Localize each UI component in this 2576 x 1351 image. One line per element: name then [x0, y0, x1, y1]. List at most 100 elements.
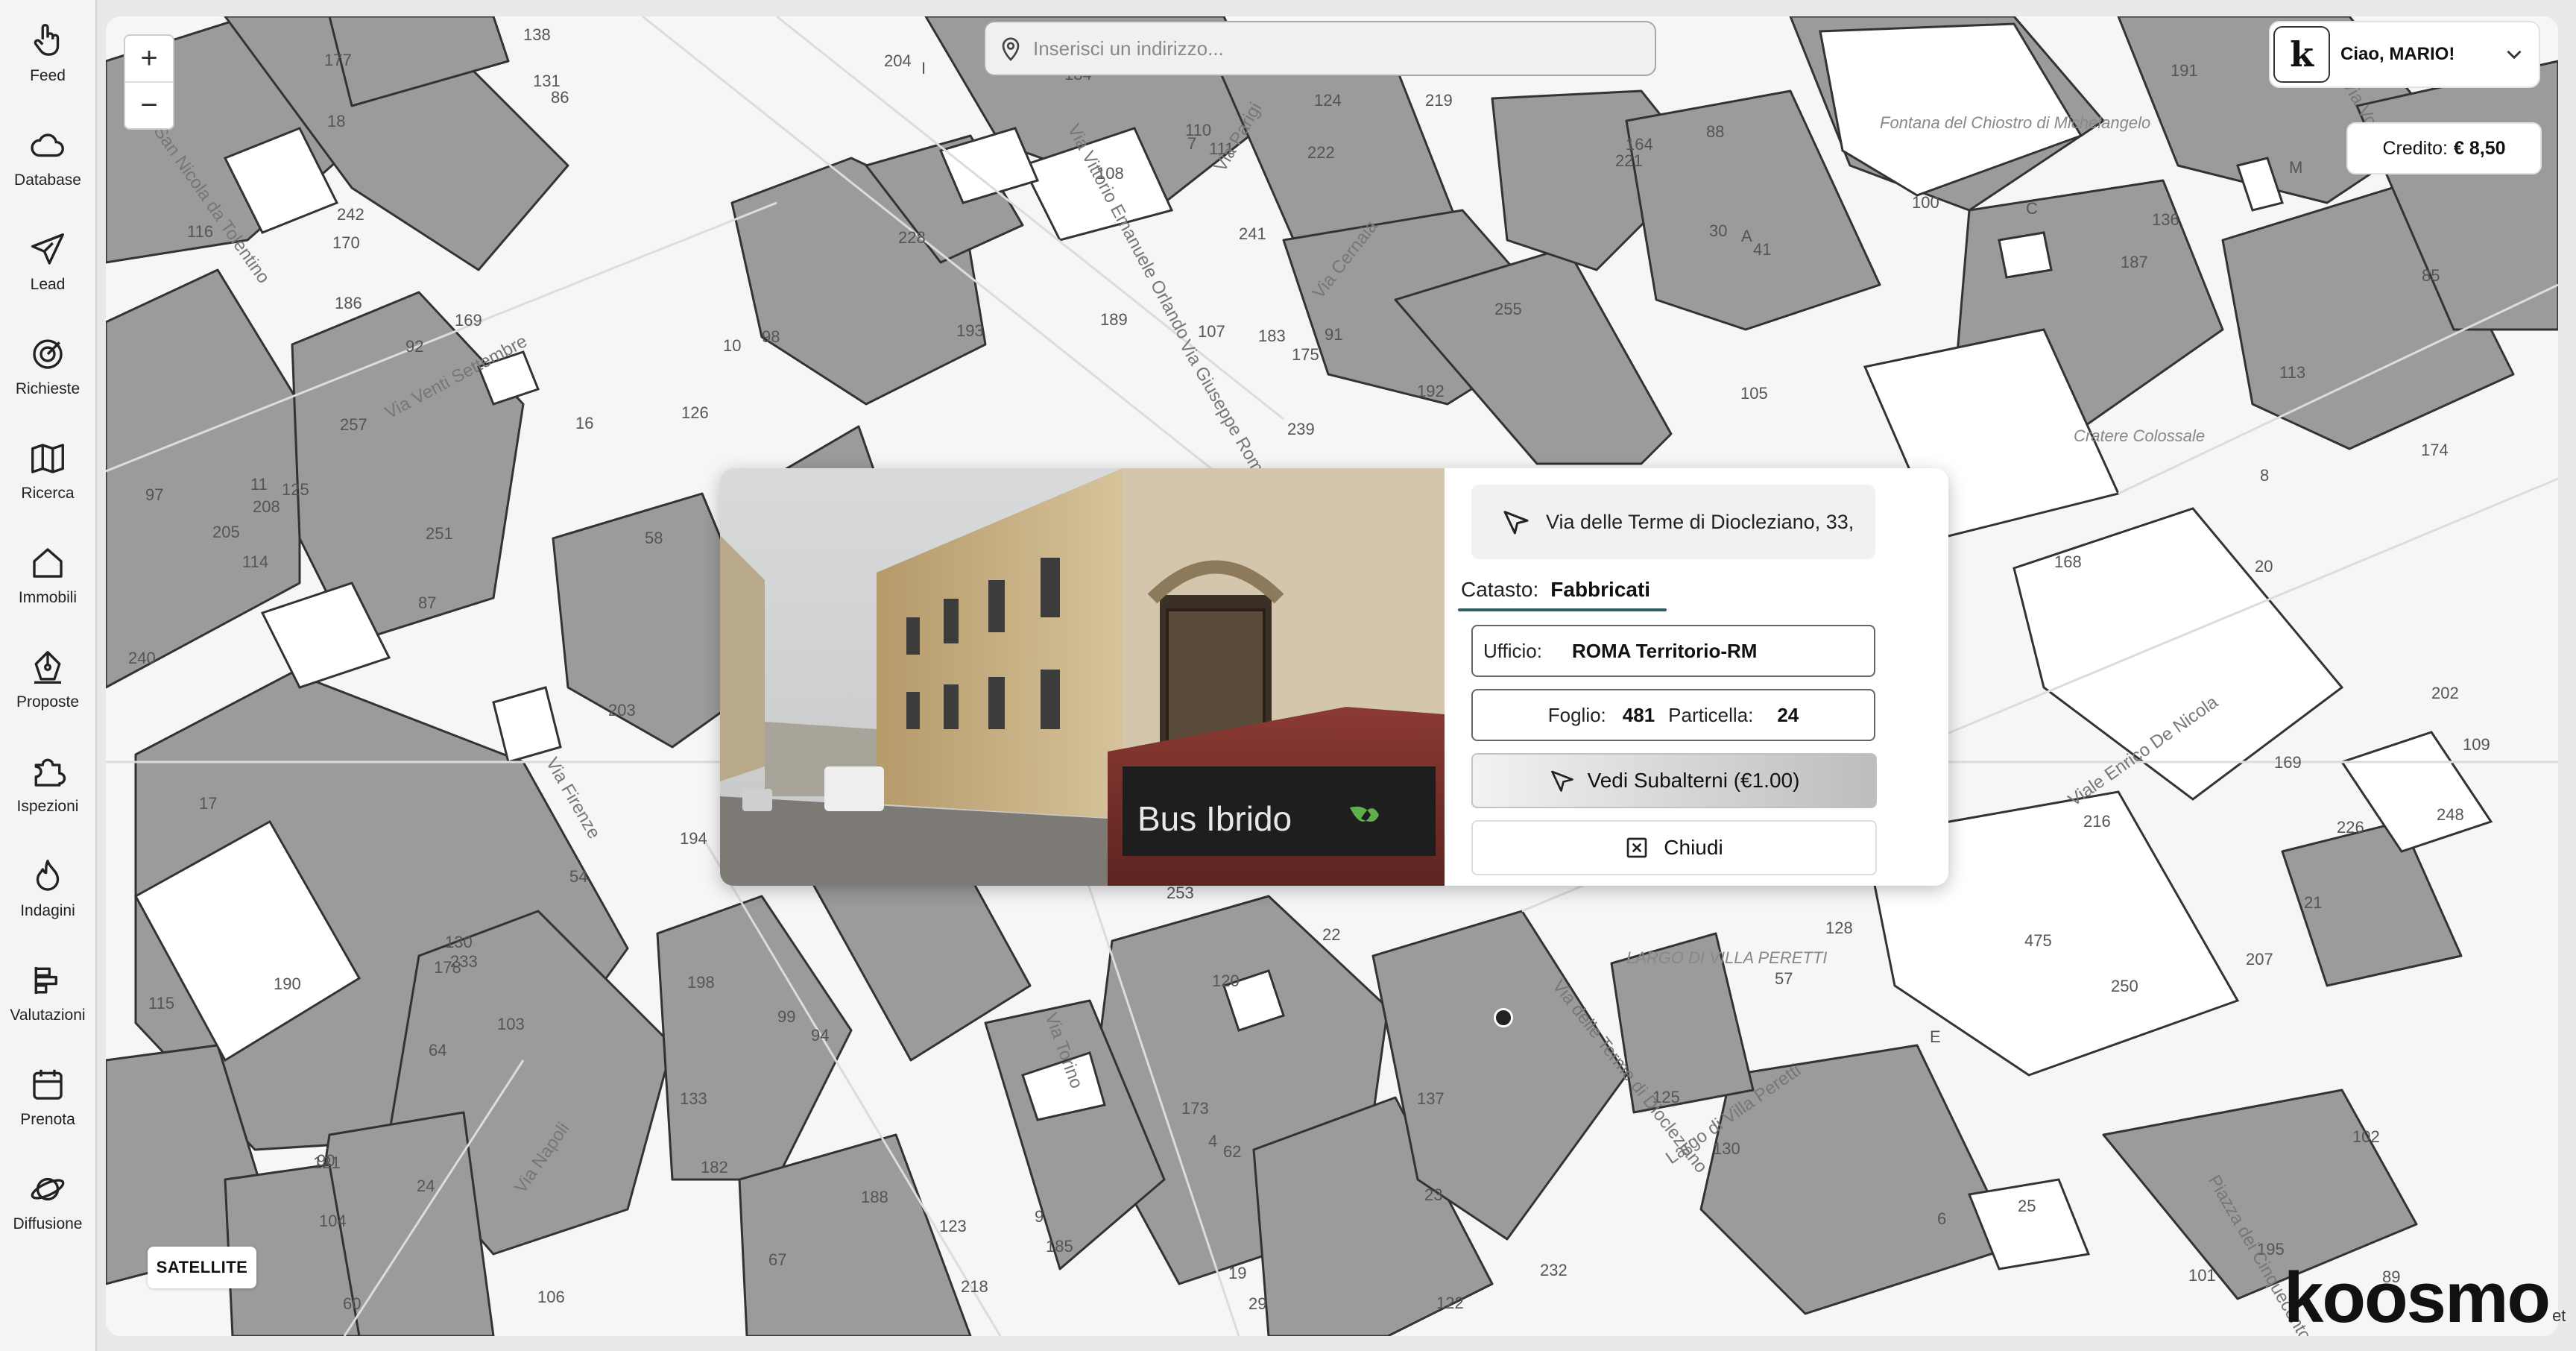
parcel-number: 98: [762, 327, 780, 346]
parcel-number: 131: [533, 72, 561, 90]
parcel-number: 25: [2018, 1197, 2036, 1215]
parcel-number: 242: [337, 205, 364, 224]
parcel-number: 257: [340, 415, 367, 434]
parcel-number: 193: [956, 321, 984, 340]
parcel-number: 190: [274, 974, 301, 993]
parcel-number: 204: [884, 51, 912, 70]
parcel-number: 126: [681, 403, 709, 422]
parcel-number: 253: [1167, 884, 1194, 902]
parcel-number: 86: [551, 88, 569, 107]
parcel-number: 91: [1325, 325, 1342, 344]
address-search: [984, 21, 1656, 76]
home-icon: [28, 543, 68, 583]
parcel-number: 125: [282, 480, 309, 499]
parcel-number: 475: [2024, 931, 2052, 950]
place-label: LARGO DI VILLA PERETTI: [1626, 948, 1827, 967]
parcel-number: 54: [569, 867, 587, 886]
parcel-number: 88: [1706, 122, 1724, 141]
location-marker[interactable]: [1494, 1008, 1513, 1027]
logo-suffix: et: [2552, 1306, 2566, 1325]
catasto-label: Catasto:: [1461, 578, 1539, 601]
nav-immobili[interactable]: Immobili: [0, 531, 95, 619]
parcel-number: 221: [1615, 151, 1643, 170]
close-button[interactable]: Chiudi: [1471, 820, 1877, 875]
bars-icon: [28, 960, 68, 1001]
parcel-number: C: [2026, 199, 2038, 218]
parcel-number: 107: [1198, 322, 1225, 341]
parcel-number: 187: [2121, 253, 2148, 271]
vedi-subalterni-label: Vedi Subalterni (€1.00): [1587, 769, 1800, 792]
nav-diffusione[interactable]: Diffusione: [0, 1157, 95, 1245]
parcel-number: 109: [2463, 735, 2490, 754]
parcel-number: 23: [1424, 1185, 1442, 1204]
credit-badge: Credito: € 8,50: [2346, 122, 2542, 174]
nav-valutazioni[interactable]: Valutazioni: [0, 948, 95, 1036]
parcel-number: 185: [1046, 1237, 1073, 1256]
parcel-number: 241: [1239, 224, 1266, 243]
parcel-number: 233: [450, 952, 478, 971]
parcel-number: 239: [1287, 420, 1315, 438]
nav-diffusione-label: Diffusione: [13, 1215, 83, 1232]
nav-proposte[interactable]: Proposte: [0, 635, 95, 723]
nav-feed[interactable]: Feed: [0, 9, 95, 97]
nav-prenota[interactable]: Prenota: [0, 1053, 95, 1141]
nav-feed-label: Feed: [30, 67, 66, 84]
address-box[interactable]: Via delle Terme di Diocleziano, 33,: [1471, 485, 1875, 559]
nav-ispezioni[interactable]: Ispezioni: [0, 740, 95, 828]
zoom-out-button[interactable]: −: [125, 81, 173, 128]
target-icon: [28, 334, 68, 374]
parcel-number: 216: [2083, 812, 2111, 831]
parcel-number: 186: [335, 294, 362, 312]
parcel-number: 208: [253, 497, 280, 516]
nav-ispezioni-label: Ispezioni: [16, 798, 79, 815]
parcel-number: A: [1741, 227, 1752, 245]
parcel-number: 30: [1709, 221, 1727, 240]
user-menu[interactable]: k Ciao, MARIO!: [2269, 21, 2540, 88]
nav-richieste[interactable]: Richieste: [0, 322, 95, 410]
catasto-tab[interactable]: Catasto: Fabbricati: [1461, 573, 1650, 607]
ufficio-value: ROMA Territorio-RM: [1572, 639, 1758, 662]
vedi-subalterni-button[interactable]: Vedi Subalterni (€1.00): [1471, 753, 1877, 808]
parcel-number: 10: [723, 336, 741, 355]
nav-ricerca-label: Ricerca: [21, 485, 75, 502]
parcel-number: 22: [1322, 925, 1340, 944]
parcel-number: 251: [426, 524, 453, 543]
parcel-number: 106: [537, 1288, 565, 1306]
parcel-number: 21: [2304, 893, 2322, 912]
nav-database[interactable]: Database: [0, 113, 95, 201]
nav-indagini[interactable]: Indagini: [0, 844, 95, 932]
parcel-number: I: [921, 59, 926, 78]
nav-ricerca[interactable]: Ricerca: [0, 426, 95, 514]
nav-lead[interactable]: Lead: [0, 218, 95, 306]
calendar-icon: [28, 1065, 68, 1105]
parcel-number: 121: [313, 1153, 341, 1172]
parcel-number: 16: [575, 414, 593, 432]
parcel-number: 219: [1425, 91, 1453, 110]
nav-immobili-label: Immobili: [18, 589, 78, 606]
street-view-photo[interactable]: Bus Ibrido: [720, 468, 1445, 886]
parcel-number: 104: [319, 1212, 347, 1230]
zoom-in-button[interactable]: +: [125, 36, 173, 81]
puzzle-icon: [28, 752, 68, 792]
parcel-number: M: [2289, 158, 2302, 177]
parcel-number: 240: [128, 649, 156, 667]
foglio-label: Foglio:: [1547, 703, 1606, 726]
parcel-number: 8: [2260, 466, 2269, 485]
credit-label: Credito:: [2382, 137, 2449, 159]
search-input[interactable]: [1032, 36, 1655, 61]
parcel-number: 99: [777, 1007, 795, 1026]
parcel-number: 250: [2111, 977, 2138, 995]
catasto-underline: [1458, 608, 1667, 611]
parcel-number: 20: [2255, 557, 2273, 576]
chevron-down-icon[interactable]: [2501, 42, 2527, 67]
satellite-button[interactable]: SATELLITE: [148, 1247, 256, 1288]
flame-icon: [28, 856, 68, 896]
foglio-value: 481: [1622, 703, 1655, 726]
parcel-number: 115: [148, 994, 174, 1013]
parcel-number: 62: [1223, 1142, 1241, 1161]
koosmo-logo: koosmo et: [2284, 1262, 2566, 1334]
parcel-number: 202: [2431, 684, 2459, 702]
parcel-number: 58: [645, 529, 663, 547]
parcel-number: 103: [497, 1015, 525, 1033]
navigation-arrow-icon: [1501, 507, 1531, 537]
